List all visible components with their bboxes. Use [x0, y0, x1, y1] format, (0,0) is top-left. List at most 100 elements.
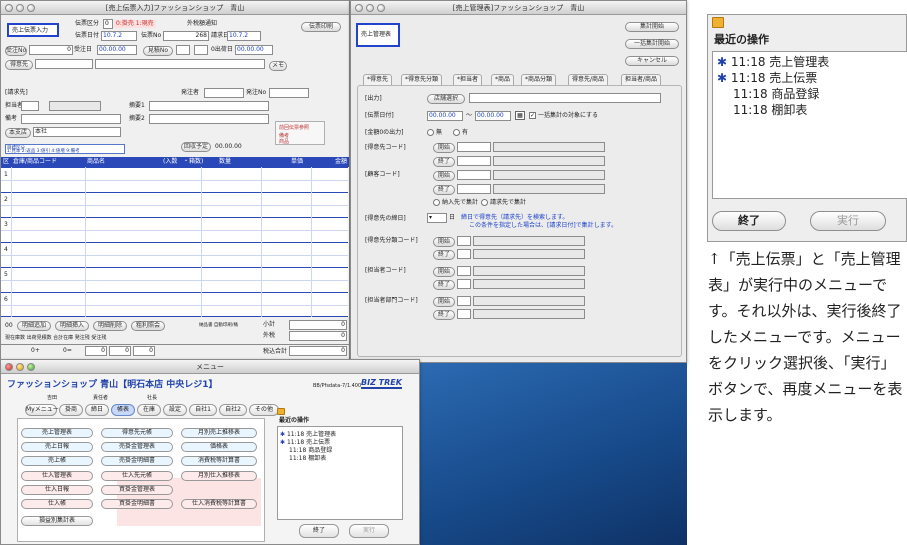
minimize-light[interactable] — [16, 363, 24, 371]
tab-stock[interactable]: 在庫 — [137, 404, 161, 416]
closing-day-select[interactable]: ▾ — [427, 213, 447, 223]
customer-start-name[interactable] — [493, 142, 605, 152]
close-light[interactable] — [5, 4, 13, 12]
customer-button[interactable]: 得意先 — [5, 60, 33, 70]
dept-end-name[interactable] — [473, 309, 585, 319]
delete-line-button[interactable]: 明細削除 — [93, 321, 127, 331]
staff-code-field[interactable] — [21, 101, 39, 111]
minimize-light[interactable] — [366, 4, 374, 12]
print-button[interactable]: 伝票印刷 — [301, 22, 341, 32]
menu-customer-ledger[interactable]: 得意先元帳 — [101, 428, 173, 438]
branch-field[interactable]: 本社 — [33, 127, 121, 137]
billing-radio[interactable] — [481, 199, 488, 206]
staff-end-name[interactable] — [473, 279, 585, 289]
recent-list[interactable]: ✱ 11:18 売上管理表 ✱ 11:18 売上伝票 11:18 商品登録 11… — [277, 426, 403, 520]
client-start-name[interactable] — [493, 170, 605, 180]
recent-item[interactable]: ✱ 11:18 売上管理表 — [717, 54, 903, 70]
recent-item[interactable]: 11:18 商品登録 — [717, 86, 903, 102]
tab-credit[interactable]: 掛商 — [59, 404, 83, 416]
minimize-light[interactable] — [16, 4, 24, 12]
slip-date-field[interactable]: 10.7.2 — [101, 31, 137, 41]
grid-row[interactable]: 4 — [1, 242, 348, 267]
estimate-sub-field[interactable] — [194, 45, 208, 55]
customer-end-name[interactable] — [493, 156, 605, 166]
zero-radio-some[interactable] — [453, 129, 460, 136]
staff-start-button[interactable]: 開始 — [433, 267, 455, 277]
client-end-button[interactable]: 終了 — [433, 185, 455, 195]
menu-purchase-daily[interactable]: 仕入日報 — [21, 485, 93, 495]
slip-type-field[interactable]: 0 — [103, 19, 113, 29]
customer-start-field[interactable] — [457, 142, 491, 152]
run-button[interactable]: 実行 — [810, 211, 886, 231]
recent-item[interactable]: ✱ 11:18 売上伝票 — [280, 439, 400, 447]
estimate-no-field[interactable] — [176, 45, 190, 55]
class-start-field[interactable] — [457, 236, 471, 246]
order-no-button[interactable]: 受注No — [5, 46, 27, 56]
customer-end-field[interactable] — [457, 156, 491, 166]
mode-button[interactable]: 売上伝票入力 — [7, 23, 59, 37]
close-light[interactable] — [355, 4, 363, 12]
start-aggregation-button[interactable]: 集計開始 — [625, 22, 679, 32]
client-start-button[interactable]: 開始 — [433, 171, 455, 181]
menu-purchase-tax[interactable]: 仕入消費税等計算書 — [181, 499, 257, 509]
grid-row[interactable]: 2 — [1, 192, 348, 217]
estimate-no-button[interactable]: 見積No — [143, 46, 173, 56]
collection-button[interactable]: 回収予定 — [181, 142, 211, 152]
recent-item[interactable]: 11:18 商品登録 — [280, 447, 400, 455]
customer-name-field[interactable] — [95, 59, 265, 69]
recent-item[interactable]: ✱ 11:18 売上伝票 — [717, 70, 903, 86]
orderer-no-field[interactable] — [269, 88, 309, 98]
menu-purchase-mgmt[interactable]: 仕入管理表 — [21, 471, 93, 481]
menu-monthly-sales[interactable]: 月別売上推移表 — [181, 428, 257, 438]
zero-radio-none[interactable] — [427, 129, 434, 136]
dept-end-field[interactable] — [457, 309, 471, 319]
menu-sales-mgmt[interactable]: 売上管理表 — [21, 428, 93, 438]
billing-date-field[interactable]: 10.7.2 — [227, 31, 261, 41]
customer-start-button[interactable]: 開始 — [433, 143, 455, 153]
cancel-button[interactable]: キャンセル — [625, 56, 679, 66]
store-select-button[interactable]: 店舗選択 — [427, 94, 465, 104]
class-start-button[interactable]: 開始 — [433, 237, 455, 247]
menu-receivable-detail[interactable]: 売掛金明細書 — [101, 456, 173, 466]
menu-profit-summary[interactable]: 損益別集計表 — [21, 516, 93, 526]
grid-row[interactable]: 1 — [1, 167, 348, 192]
grid-row[interactable]: 3 — [1, 217, 348, 242]
customer-code-field[interactable] — [35, 59, 93, 69]
customer-end-button[interactable]: 終了 — [433, 157, 455, 167]
tab-company2[interactable]: 自社2 — [219, 404, 247, 416]
staff-end-field[interactable] — [457, 279, 471, 289]
end-button[interactable]: 終了 — [299, 524, 339, 538]
orderer-field[interactable] — [204, 88, 244, 98]
note2-field[interactable] — [149, 114, 269, 124]
batch-checkbox[interactable]: ✓ — [529, 112, 536, 119]
zoom-light[interactable] — [27, 4, 35, 12]
calendar-icon[interactable]: ▦ — [515, 111, 525, 120]
tab-my-menu[interactable]: Myメニュー — [25, 404, 59, 416]
end-button[interactable]: 終了 — [712, 211, 786, 231]
zoom-light[interactable] — [27, 363, 35, 371]
insert-line-button[interactable]: 明細挿入 — [55, 321, 89, 331]
date-to-field[interactable]: 00.00.00 — [475, 111, 511, 121]
client-end-field[interactable] — [457, 184, 491, 194]
date-from-field[interactable]: 00.00.00 — [427, 111, 463, 121]
tab-company1[interactable]: 自社1 — [189, 404, 217, 416]
staff-name-field[interactable] — [49, 101, 101, 111]
recent-item[interactable]: ✱ 11:18 売上管理表 — [280, 431, 400, 439]
dept-start-button[interactable]: 開始 — [433, 297, 455, 307]
recent-item[interactable]: 11:18 棚卸表 — [280, 455, 400, 463]
class-end-field[interactable] — [457, 249, 471, 259]
staff-start-name[interactable] — [473, 266, 585, 276]
menu-sales-ledger[interactable]: 売上帳 — [21, 456, 93, 466]
recent-item[interactable]: 11:18 棚卸表 — [717, 102, 903, 118]
margin-inquiry-button[interactable]: 粗利照会 — [131, 321, 165, 331]
zoom-light[interactable] — [377, 4, 385, 12]
menu-purchase-ledger[interactable]: 仕入帳 — [21, 499, 93, 509]
close-light[interactable] — [5, 363, 13, 371]
shipping-date-field[interactable]: 00.00.00 — [235, 45, 273, 55]
menu-consumption-tax[interactable]: 消費税等計算書 — [181, 456, 257, 466]
batch-aggregation-button[interactable]: 一括集計開始 — [625, 39, 679, 49]
menu-payable-mgmt[interactable]: 買掛金管理表 — [101, 485, 173, 495]
add-line-button[interactable]: 明細追加 — [17, 321, 51, 331]
order-date-field[interactable]: 00.00.00 — [97, 45, 137, 55]
delivery-radio[interactable] — [433, 199, 440, 206]
